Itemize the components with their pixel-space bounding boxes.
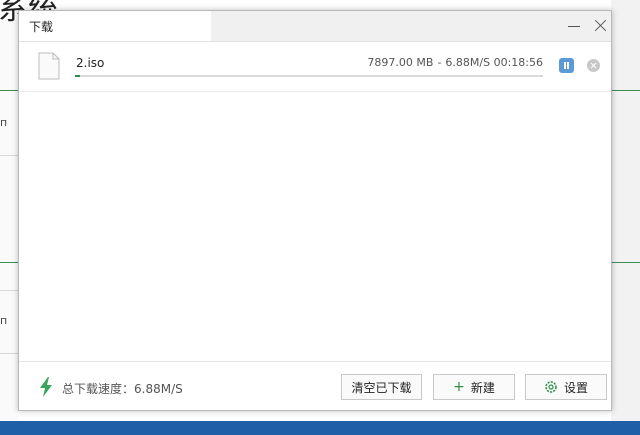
download-status: 7897.00 MB -6.88M/S 00:18:56 <box>367 56 543 69</box>
taskbar <box>0 421 640 435</box>
close-icon[interactable] <box>591 16 611 36</box>
background-divider <box>0 262 18 263</box>
background-panel-right <box>611 0 640 421</box>
title-bar[interactable]: 下载 <box>19 11 611 42</box>
download-item[interactable]: 2.iso 7897.00 MB -6.88M/S 00:18:56 <box>19 41 611 92</box>
pause-icon[interactable] <box>559 58 574 73</box>
lightning-icon <box>40 377 52 397</box>
background-text: п <box>0 116 8 129</box>
background-divider <box>611 90 640 91</box>
background-divider <box>0 90 18 91</box>
background-divider <box>0 290 18 291</box>
background-divider <box>0 353 18 354</box>
remove-icon[interactable] <box>587 59 600 72</box>
file-name: 2.iso <box>76 56 105 70</box>
progress-bar <box>75 75 543 77</box>
settings-button[interactable]: 设置 <box>525 374 607 400</box>
dialog-title: 下载 <box>29 20 54 34</box>
gear-icon <box>545 381 557 393</box>
download-speed: 6.88M/S <box>445 56 491 69</box>
file-size: 7897.00 MB <box>367 56 434 69</box>
minimize-icon[interactable] <box>564 16 584 36</box>
new-download-label: 新建 <box>470 380 495 395</box>
download-dialog: 下载 2.iso 7897.00 MB -6.88M/S 00:18:56 总下载… <box>18 10 612 411</box>
background-divider <box>0 155 18 156</box>
background-panel-left <box>0 20 18 421</box>
status-separator: - <box>437 56 442 69</box>
clear-downloaded-label: 清空已下载 <box>351 380 412 395</box>
settings-label: 设置 <box>563 380 588 395</box>
background-text: п <box>0 314 8 327</box>
plus-icon: + <box>453 379 465 395</box>
file-icon <box>38 52 60 80</box>
progress-fill <box>75 75 80 77</box>
dialog-footer: 总下载速度：6.88M/S 清空已下载 + 新建 设置 <box>19 361 611 412</box>
background-divider <box>611 262 640 263</box>
total-speed: 总下载速度：6.88M/S <box>62 382 183 396</box>
time-remaining: 00:18:56 <box>493 56 543 69</box>
new-download-button[interactable]: + 新建 <box>433 374 515 400</box>
clear-downloaded-button[interactable]: 清空已下载 <box>341 374 422 400</box>
